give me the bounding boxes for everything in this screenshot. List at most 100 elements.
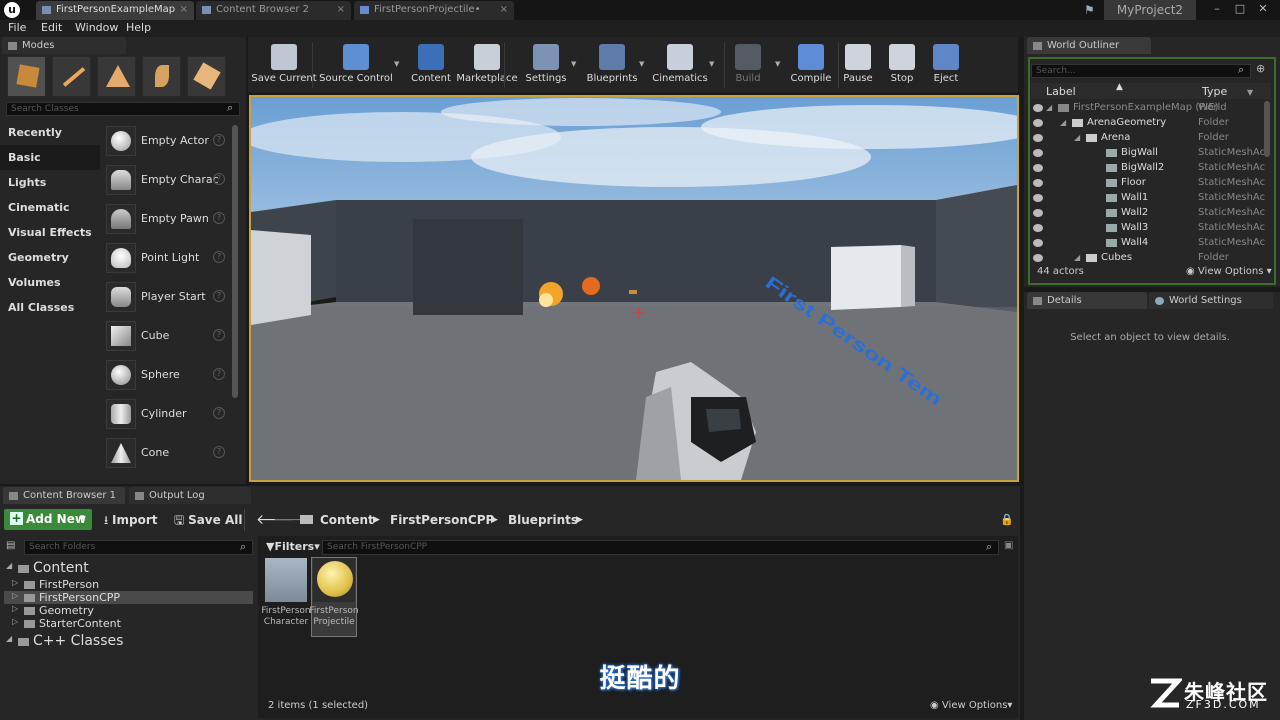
place-item-cylinder[interactable]: Cylinder?: [103, 395, 231, 434]
expand-arrow-icon[interactable]: ▷: [12, 617, 18, 626]
content-button[interactable]: Content: [408, 40, 454, 90]
tab-content-browser-1[interactable]: Content Browser 1: [3, 487, 125, 504]
chevron-right-icon[interactable]: ▶: [576, 510, 583, 530]
place-mode-button[interactable]: [7, 56, 46, 97]
outliner-row[interactable]: ◢ Arena Folder: [1030, 131, 1272, 146]
outliner-row[interactable]: ◢ FirstPersonExampleMap (PIE) World: [1030, 101, 1272, 116]
folder-firstperson[interactable]: ▷ FirstPerson: [4, 578, 253, 591]
menu-window[interactable]: Window: [75, 21, 118, 34]
help-icon[interactable]: ?: [213, 329, 225, 341]
marketplace-button[interactable]: Marketplace: [456, 40, 518, 90]
minimize-button[interactable]: –: [1206, 1, 1228, 17]
save-current-button[interactable]: Save Current: [250, 40, 318, 90]
settings-button[interactable]: Settings: [520, 40, 572, 90]
foliage-mode-button[interactable]: [142, 56, 181, 97]
place-item-point-light[interactable]: Point Light?: [103, 239, 231, 278]
visibility-eye-icon[interactable]: [1033, 119, 1043, 127]
outliner-row[interactable]: Wall2 StaticMeshAc: [1030, 206, 1272, 221]
blueprints-button[interactable]: Blueprints: [584, 40, 640, 90]
visibility-eye-icon[interactable]: [1033, 134, 1043, 142]
search-classes-input[interactable]: Search Classes: [6, 102, 240, 116]
compile-button[interactable]: Compile: [786, 40, 836, 90]
expand-arrow-icon[interactable]: ◢: [1046, 103, 1052, 112]
asset-tile-projectile[interactable]: FirstPerson Projectile: [309, 557, 359, 637]
outliner-row[interactable]: Wall4 StaticMeshAc: [1030, 236, 1272, 251]
chevron-down-icon[interactable]: ▼: [775, 60, 780, 68]
category-geometry[interactable]: Geometry: [0, 245, 100, 270]
tab-projectile-blueprint[interactable]: FirstPersonProjectile• ×: [354, 1, 514, 20]
game-viewport[interactable]: First Person Tem: [249, 95, 1019, 482]
asset-tile-character[interactable]: FirstPerson Character: [261, 558, 311, 636]
folder-c-classes[interactable]: ◢ C++ Classes: [4, 633, 253, 649]
category-all-classes[interactable]: All Classes: [0, 295, 100, 320]
paint-mode-button[interactable]: [52, 56, 91, 97]
visibility-eye-icon[interactable]: [1033, 149, 1043, 157]
menu-file[interactable]: File: [8, 21, 26, 34]
place-item-player-start[interactable]: Player Start?: [103, 278, 231, 317]
help-icon[interactable]: ?: [213, 173, 225, 185]
chevron-right-icon[interactable]: ▶: [373, 510, 380, 530]
expand-arrow-icon[interactable]: ◢: [6, 561, 12, 570]
stop-button[interactable]: Stop: [884, 40, 920, 90]
visibility-eye-icon[interactable]: [1033, 164, 1043, 172]
expand-arrow-icon[interactable]: ◢: [6, 634, 12, 643]
close-icon[interactable]: ×: [180, 1, 188, 19]
tab-level-map[interactable]: FirstPersonExampleMap ×: [36, 1, 194, 20]
close-window-button[interactable]: ✕: [1252, 1, 1274, 17]
visibility-eye-icon[interactable]: [1033, 104, 1043, 112]
outliner-row[interactable]: ◢ Cubes Folder: [1030, 251, 1272, 266]
help-icon[interactable]: ?: [213, 368, 225, 380]
visibility-eye-icon[interactable]: [1033, 239, 1043, 247]
expand-arrow-icon[interactable]: ◢: [1074, 133, 1080, 142]
outliner-row[interactable]: ◢ ArenaGeometry Folder: [1030, 116, 1272, 131]
category-lights[interactable]: Lights: [0, 170, 100, 195]
geometry-mode-button[interactable]: [187, 56, 226, 97]
tab-content-browser-2[interactable]: Content Browser 2 ×: [196, 1, 351, 20]
folder-content[interactable]: ◢ Content: [4, 560, 253, 576]
folder-search-input[interactable]: Search Folders: [24, 540, 253, 555]
tab-modes[interactable]: Modes: [2, 37, 126, 54]
visibility-eye-icon[interactable]: [1033, 209, 1043, 217]
folder-tree-icon[interactable]: ▤: [6, 540, 15, 551]
breadcrumb-firstpersoncpp[interactable]: FirstPersonCPP: [390, 510, 494, 530]
save-search-icon[interactable]: ▣: [1004, 540, 1013, 551]
filters-button[interactable]: ▼Filters▾: [266, 540, 320, 553]
help-icon[interactable]: ?: [213, 212, 225, 224]
landscape-mode-button[interactable]: [97, 56, 136, 97]
outliner-row[interactable]: Floor StaticMeshAc: [1030, 176, 1272, 191]
outliner-row[interactable]: BigWall2 StaticMeshAc: [1030, 161, 1272, 176]
place-item-cube[interactable]: Cube?: [103, 317, 231, 356]
category-visual-effects[interactable]: Visual Effects: [0, 220, 100, 245]
lock-icon[interactable]: 🔒: [1000, 513, 1014, 526]
outliner-options-icon[interactable]: ⊕: [1256, 62, 1265, 75]
place-item-empty-charac[interactable]: Empty Charac?: [103, 161, 231, 200]
outliner-search-input[interactable]: Search...: [1031, 64, 1251, 78]
chevron-down-icon[interactable]: ▼: [571, 60, 576, 68]
menu-help[interactable]: Help: [126, 21, 151, 34]
outliner-row[interactable]: BigWall StaticMeshAc: [1030, 146, 1272, 161]
place-item-empty-actor[interactable]: Empty Actor?: [103, 122, 231, 161]
outliner-row[interactable]: Wall1 StaticMeshAc: [1030, 191, 1272, 206]
chevron-down-icon[interactable]: ▼: [394, 60, 399, 68]
visibility-eye-icon[interactable]: [1033, 224, 1043, 232]
menu-edit[interactable]: Edit: [41, 21, 62, 34]
asset-search-input[interactable]: Search FirstPersonCPP: [322, 540, 999, 555]
visibility-eye-icon[interactable]: [1033, 179, 1043, 187]
eject-button[interactable]: Eject: [926, 40, 966, 90]
outliner-scrollbar[interactable]: [1264, 101, 1270, 157]
feedback-icon[interactable]: ⚑: [1084, 3, 1098, 17]
pause-button[interactable]: Pause: [840, 40, 876, 90]
folder-firstpersoncpp[interactable]: ▷ FirstPersonCPP: [4, 591, 253, 604]
tab-details[interactable]: Details: [1027, 292, 1147, 309]
modes-scrollbar[interactable]: [232, 125, 238, 398]
visibility-eye-icon[interactable]: [1033, 254, 1043, 262]
category-basic[interactable]: Basic: [0, 145, 100, 170]
tab-world-settings[interactable]: World Settings: [1149, 292, 1273, 309]
save-all-button[interactable]: 🖫 Save All: [174, 510, 242, 530]
category-recently-placed[interactable]: Recently Placed: [0, 120, 100, 164]
category-volumes[interactable]: Volumes: [0, 270, 100, 295]
tab-world-outliner[interactable]: World Outliner: [1027, 37, 1151, 54]
chevron-right-icon[interactable]: ▶: [491, 510, 498, 530]
outliner-view-options[interactable]: ◉ View Options ▾: [1186, 266, 1272, 277]
source-control-button[interactable]: Source Control: [318, 40, 394, 90]
